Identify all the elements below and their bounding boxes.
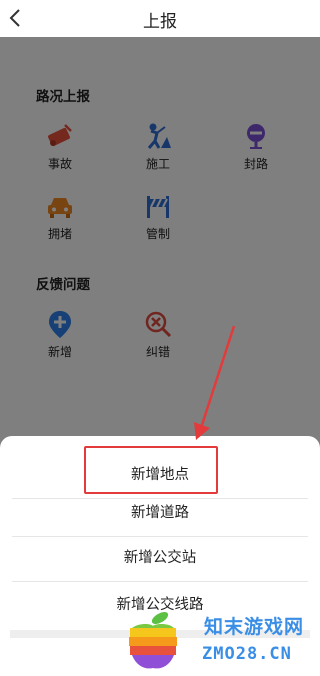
add-bus-stop-option[interactable]: 新增公交站	[0, 535, 320, 581]
apple-logo-icon	[129, 612, 177, 669]
watermark: 知末游戏网 ZMO28.CN	[118, 610, 320, 676]
watermark-name: 知末游戏网	[204, 616, 305, 638]
top-bar: 上报	[0, 0, 320, 37]
add-road-option[interactable]: 新增道路	[0, 490, 320, 536]
watermark-domain: ZMO28.CN	[202, 644, 292, 664]
page-title: 上报	[143, 12, 177, 32]
highlight-box	[84, 446, 218, 494]
